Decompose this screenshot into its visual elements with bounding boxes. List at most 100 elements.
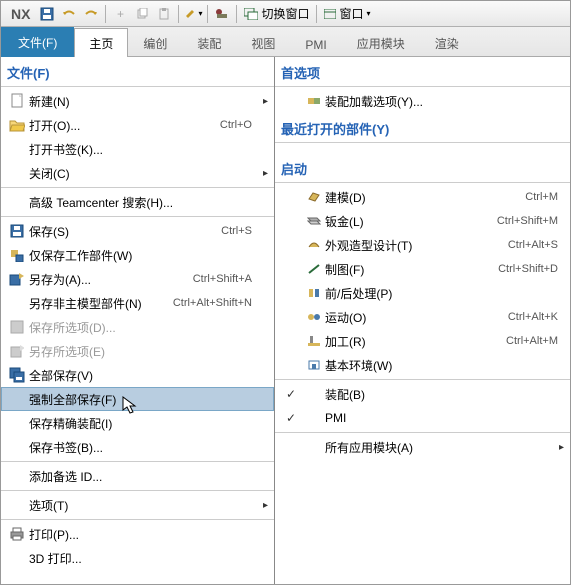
tab-file[interactable]: 文件(F) — [1, 27, 74, 57]
nx-logo: NX — [5, 6, 36, 22]
tab-assembly[interactable]: 装配 — [182, 28, 236, 57]
menu-save-bookmark[interactable]: 保存书签(B)... — [1, 435, 274, 459]
menu-open[interactable]: 打开(O)... Ctrl+O — [1, 113, 274, 137]
separator — [275, 182, 570, 183]
tab-home[interactable]: 主页 — [74, 28, 128, 57]
styling-icon — [307, 239, 321, 251]
menu-mfg[interactable]: 加工(R) Ctrl+Alt+M — [275, 329, 570, 353]
menu-close[interactable]: 关闭(C) ▸ — [1, 161, 274, 185]
check-icon: ✓ — [279, 387, 303, 401]
save-button[interactable] — [37, 4, 57, 24]
menu-label: 建模(D) — [325, 189, 525, 206]
menu-styling[interactable]: 外观造型设计(T) Ctrl+Alt+S — [275, 233, 570, 257]
menu-sheetmetal[interactable]: 钣金(L) Ctrl+Shift+M — [275, 209, 570, 233]
menu-shortcut: Ctrl+S — [221, 225, 270, 237]
file-menu-right: 首选项 装配加载选项(Y)... 最近打开的部件(Y) 启动 建模(D) Ctr… — [275, 57, 570, 584]
menu-save-nonmaster[interactable]: 另存非主模型部件(N) Ctrl+Alt+Shift+N — [1, 291, 274, 315]
printer-icon — [9, 527, 25, 541]
save-sel-icon — [10, 320, 24, 334]
window-menu-button[interactable]: 窗口 ▾ — [320, 4, 374, 24]
file-menu-panel: 文件(F) 新建(N) ▸ 打开(O)... Ctrl+O 打开书签(K)...… — [1, 57, 570, 584]
separator — [1, 187, 274, 188]
menu-label: 打印(P)... — [29, 526, 270, 543]
menu-shortcut: Ctrl+M — [525, 191, 566, 203]
menu-shortcut: Ctrl+Alt+K — [508, 311, 566, 323]
tab-view[interactable]: 视图 — [236, 28, 290, 57]
tab-app[interactable]: 应用模块 — [342, 28, 420, 57]
menu-save-as[interactable]: 另存为(A)... Ctrl+Shift+A — [1, 267, 274, 291]
touch-icon — [215, 8, 229, 20]
tab-render[interactable]: 渲染 — [420, 28, 474, 57]
menu-new[interactable]: 新建(N) ▸ — [1, 89, 274, 113]
menu-shortcut: Ctrl+Shift+M — [497, 215, 566, 227]
ribbon-tabs: 文件(F) 主页 编创 装配 视图 PMI 应用模块 渲染 — [1, 27, 570, 57]
menu-add-remark-id[interactable]: 添加备选 ID... — [1, 464, 274, 488]
titlebar: NX + ▾ 切换窗口 窗口 ▾ — [1, 1, 570, 27]
menu-label: PMI — [325, 411, 566, 425]
menu-label: 保存精确装配(I) — [29, 415, 270, 432]
menu-motion[interactable]: 运动(O) Ctrl+Alt+K — [275, 305, 570, 329]
menu-shortcut: Ctrl+Shift+A — [193, 273, 270, 285]
menu-label: 强制全部保存(F) — [29, 391, 270, 408]
tb-btn-5[interactable] — [212, 4, 232, 24]
menu-3d-print[interactable]: 3D 打印... — [1, 546, 274, 570]
menu-print[interactable]: 打印(P)... — [1, 522, 274, 546]
undo-button[interactable] — [59, 4, 79, 24]
gateway-icon — [307, 359, 321, 371]
tab-pmi[interactable]: PMI — [290, 31, 341, 57]
separator — [275, 142, 570, 143]
submenu-arrow-icon: ▸ — [263, 168, 268, 179]
redo-button[interactable] — [81, 4, 101, 24]
new-icon — [9, 93, 25, 109]
menu-prepost[interactable]: 前/后处理(P) — [275, 281, 570, 305]
window-icon — [324, 9, 336, 19]
menu-label: 高级 Teamcenter 搜索(H)... — [29, 194, 270, 211]
menu-drafting[interactable]: 制图(F) Ctrl+Shift+D — [275, 257, 570, 281]
switch-window-button[interactable]: 切换窗口 — [240, 4, 313, 24]
separator — [105, 5, 106, 23]
folder-open-icon — [9, 118, 25, 132]
menu-save[interactable]: 保存(S) Ctrl+S — [1, 219, 274, 243]
tb-btn-1[interactable]: + — [110, 4, 130, 24]
separator — [1, 86, 274, 87]
chevron-down-icon: ▾ — [366, 9, 370, 18]
tb-btn-4[interactable]: ▾ — [183, 4, 203, 24]
menu-label: 新建(N) — [29, 93, 270, 110]
save-part-icon — [9, 248, 25, 262]
menu-asm-load-opts[interactable]: 装配加载选项(Y)... — [275, 89, 570, 113]
mouse-cursor-icon — [122, 396, 140, 416]
menu-save-work-only[interactable]: 仅保存工作部件(W) — [1, 243, 274, 267]
menu-adv-tc-search[interactable]: 高级 Teamcenter 搜索(H)... — [1, 190, 274, 214]
save-sel-as-icon — [10, 344, 24, 358]
menu-label: 打开(O)... — [29, 117, 220, 134]
menu-save-all[interactable]: 全部保存(V) — [1, 363, 274, 387]
menu-open-bookmark[interactable]: 打开书签(K)... — [1, 137, 274, 161]
tb-btn-2[interactable] — [132, 4, 152, 24]
menu-pmi-toggle[interactable]: ✓ PMI — [275, 406, 570, 430]
menu-label: 仅保存工作部件(W) — [29, 247, 270, 264]
menu-label: 打开书签(K)... — [29, 141, 270, 158]
undo-icon — [62, 9, 76, 19]
drafting-icon — [307, 263, 321, 275]
check-icon: ✓ — [279, 411, 303, 425]
plus-icon: + — [117, 7, 124, 21]
separator — [1, 216, 274, 217]
menu-modeling[interactable]: 建模(D) Ctrl+M — [275, 185, 570, 209]
menu-options[interactable]: 选项(T) ▸ — [1, 493, 274, 517]
menu-label: 关闭(C) — [29, 165, 270, 182]
menu-label: 制图(F) — [325, 261, 498, 278]
menu-label: 保存书签(B)... — [29, 439, 270, 456]
tb-btn-3[interactable] — [154, 4, 174, 24]
menu-all-apps[interactable]: 所有应用模块(A) ▸ — [275, 435, 570, 459]
preferences-title: 首选项 — [275, 57, 570, 84]
menu-gateway[interactable]: 基本环境(W) — [275, 353, 570, 377]
menu-label: 添加备选 ID... — [29, 468, 270, 485]
menu-shortcut: Ctrl+Shift+D — [498, 263, 566, 275]
menu-label: 另存为(A)... — [29, 271, 193, 288]
tab-edit[interactable]: 编创 — [128, 28, 182, 57]
brush-icon — [184, 8, 198, 20]
redo-icon — [84, 9, 98, 19]
start-title: 启动 — [275, 153, 570, 180]
separator — [207, 5, 208, 23]
menu-assembly-toggle[interactable]: ✓ 装配(B) — [275, 382, 570, 406]
